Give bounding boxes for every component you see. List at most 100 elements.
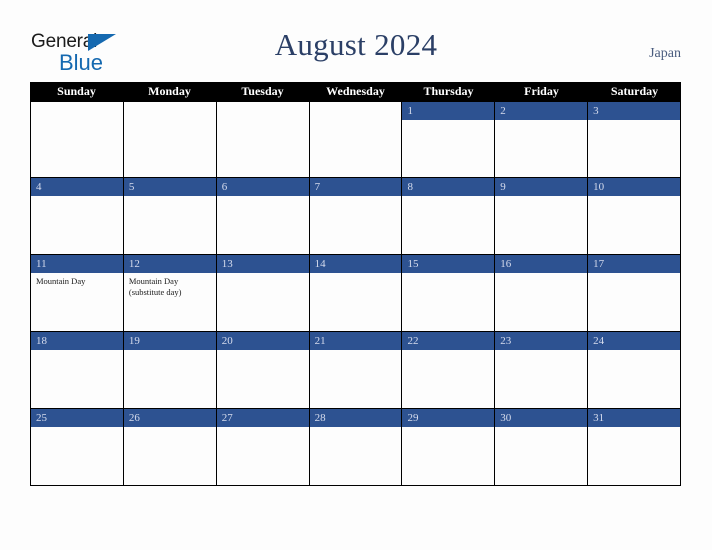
- day-number-band: 30: [495, 409, 588, 427]
- calendar-day-26[interactable]: 26: [123, 409, 217, 485]
- day-of-week-header-row: Sunday Monday Tuesday Wednesday Thursday Frid…: [30, 82, 681, 101]
- calendar-weeks: 1 2 3 4 5 6 7 8 9 10 11 Mountain Day 12 Mountain Day(…: [30, 101, 682, 486]
- day-number-band: 16: [495, 255, 588, 273]
- calendar-day-7[interactable]: 7: [309, 178, 403, 254]
- calendar-day-24[interactable]: 24: [588, 332, 682, 408]
- holiday-event-label: (substitute day): [128, 287, 182, 297]
- day-number-band: 14: [309, 255, 402, 273]
- page-header: General Blue August 2024 Japan: [0, 0, 712, 82]
- calendar-day-20[interactable]: 20: [216, 332, 310, 408]
- day-number-band: 23: [495, 332, 588, 350]
- day-number-band: 15: [402, 255, 495, 273]
- day-number-band: 6: [216, 178, 309, 196]
- calendar-day-28[interactable]: 28: [309, 409, 403, 485]
- day-number: 5: [128, 181, 135, 193]
- calendar-day-empty: [31, 102, 124, 177]
- calendar-day-27[interactable]: 27: [216, 409, 310, 485]
- day-number-band: 13: [216, 255, 309, 273]
- calendar-day-17[interactable]: 17: [588, 255, 682, 331]
- day-events: Mountain Day (substitute day): [124, 273, 216, 298]
- day-number-band: 29: [402, 409, 495, 427]
- day-number: 25: [36, 412, 47, 424]
- calendar-day-4[interactable]: 4: [31, 178, 124, 254]
- day-number: 13: [221, 258, 233, 270]
- day-number: 11: [36, 258, 47, 270]
- day-number-band: 4: [31, 178, 123, 196]
- holiday-event-label: Mountain Day: [36, 276, 86, 286]
- day-number: 10: [593, 181, 605, 193]
- country-label: Japan: [649, 46, 681, 61]
- calendar-week-row: 11 Mountain Day 12 Mountain Day (substitute …: [30, 255, 682, 332]
- day-number-band: 26: [123, 409, 216, 427]
- calendar-day-18[interactable]: 18: [31, 332, 124, 408]
- day-number: 6: [221, 181, 228, 193]
- day-number-band: [310, 102, 402, 120]
- calendar-day-31[interactable]: 31: [588, 409, 682, 485]
- day-number-band: [124, 102, 216, 120]
- day-number: 7: [314, 181, 321, 193]
- calendar-day-19[interactable]: 19: [123, 332, 217, 408]
- calendar-day-13[interactable]: 13: [216, 255, 310, 331]
- day-events: Mountain Day: [31, 273, 123, 287]
- calendar-day-8[interactable]: 8: [402, 178, 496, 254]
- day-of-week-monday: Monday: [148, 84, 191, 98]
- day-number: 27: [221, 412, 233, 424]
- day-number-band: [217, 102, 309, 120]
- day-number: 8: [407, 181, 413, 193]
- calendar-day-21[interactable]: 21: [309, 332, 403, 408]
- calendar-day-30[interactable]: 30: [495, 409, 589, 485]
- day-number: 29: [407, 412, 419, 424]
- day-number: 28: [314, 412, 326, 424]
- calendar-day-14[interactable]: 14: [309, 255, 403, 331]
- day-number-band: 18: [31, 332, 123, 350]
- day-number: 20: [221, 335, 233, 347]
- calendar-day-9[interactable]: 9: [495, 178, 589, 254]
- day-number-band: 2: [495, 102, 588, 120]
- day-number: 2: [500, 105, 506, 117]
- day-number: 26: [128, 412, 140, 424]
- calendar-day-1[interactable]: 1: [402, 102, 496, 177]
- day-number-band: 24: [588, 332, 681, 350]
- day-number-band: 9: [495, 178, 588, 196]
- calendar-day-11[interactable]: 11 Mountain Day: [31, 255, 124, 331]
- day-number-band: 22: [402, 332, 495, 350]
- day-number-band: 10: [588, 178, 681, 196]
- day-number-band: 11: [31, 255, 123, 273]
- calendar-day-16[interactable]: 16: [495, 255, 589, 331]
- calendar-day-15[interactable]: 15: [402, 255, 496, 331]
- calendar-day-3[interactable]: 3: [588, 102, 682, 177]
- day-number: 16: [500, 258, 512, 270]
- day-of-week-friday: Friday: [524, 84, 559, 98]
- calendar-day-25[interactable]: 25: [31, 409, 124, 485]
- calendar-day-empty: [216, 102, 310, 177]
- calendar-day-10[interactable]: 10: [588, 178, 682, 254]
- day-number: 17: [593, 258, 605, 270]
- calendar-day-29[interactable]: 29: [402, 409, 496, 485]
- day-number-band: 1: [402, 102, 495, 120]
- calendar-day-2[interactable]: 2: [495, 102, 589, 177]
- day-number: 15: [407, 258, 419, 270]
- day-number: 23: [500, 335, 512, 347]
- calendar-day-6[interactable]: 6: [216, 178, 310, 254]
- page-title: August 2024: [274, 27, 438, 62]
- calendar-day-empty: [123, 102, 217, 177]
- day-number: 1: [407, 105, 413, 117]
- day-number: 18: [36, 335, 47, 347]
- calendar-day-5[interactable]: 5: [123, 178, 217, 254]
- day-number-band: 5: [123, 178, 216, 196]
- day-number: 24: [593, 335, 605, 347]
- day-of-week-saturday: Saturday: [610, 84, 659, 98]
- day-of-week-thursday: Thursday: [423, 84, 474, 98]
- day-of-week-tuesday: Tuesday: [241, 84, 284, 98]
- day-number-band: 12: [123, 255, 216, 273]
- calendar-week-row: 25 26 27 28 29 30 31: [30, 409, 682, 486]
- day-number-band: 8: [402, 178, 495, 196]
- day-number-band: 25: [31, 409, 123, 427]
- calendar-week-row: 18 19 20 21 22 23 24: [30, 332, 682, 409]
- calendar-day-23[interactable]: 23: [495, 332, 589, 408]
- calendar-grid: Sunday Monday Tuesday Wednesday Thursday Frid…: [30, 82, 682, 486]
- day-number-band: 31: [588, 409, 681, 427]
- calendar-day-22[interactable]: 22: [402, 332, 496, 408]
- calendar-day-12[interactable]: 12 Mountain Day (substitute day): [123, 255, 217, 331]
- day-number: 21: [314, 335, 326, 347]
